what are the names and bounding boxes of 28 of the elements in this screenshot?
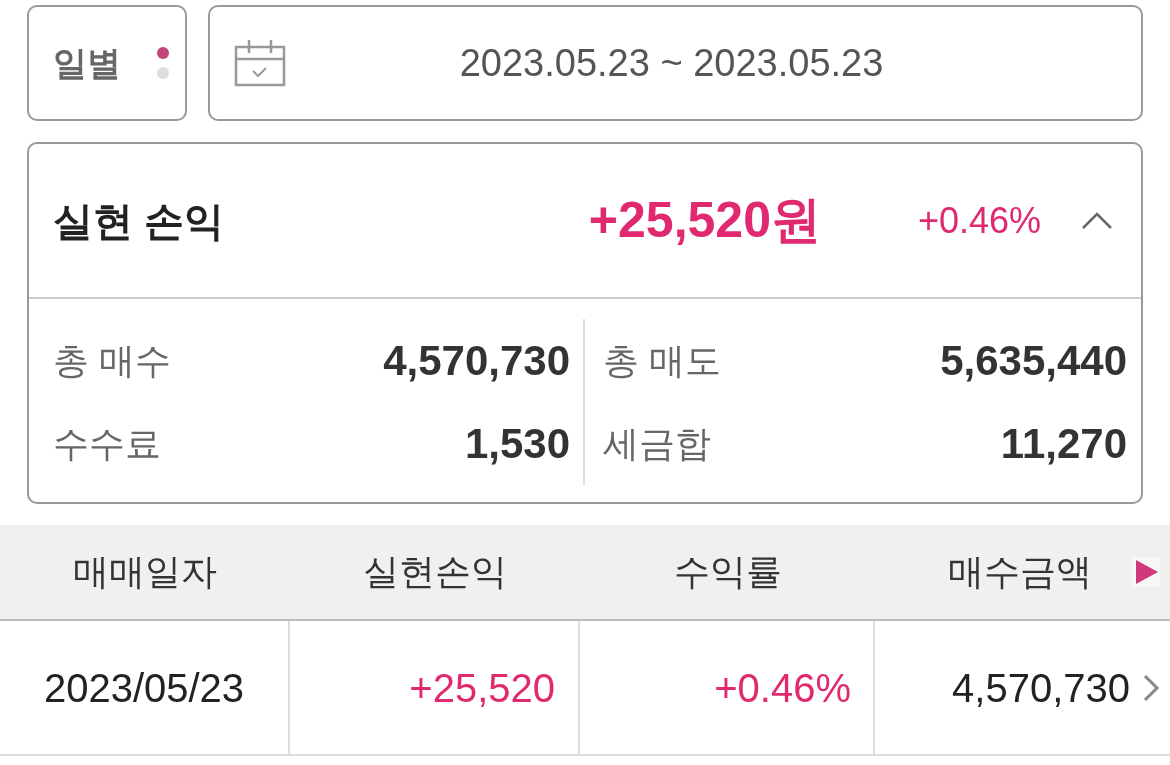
- summary-value: 1,530: [464, 419, 570, 469]
- triangle-right-icon[interactable]: [1132, 557, 1160, 587]
- column-header: 매매일자: [73, 550, 217, 594]
- summary-label: 수수료: [53, 421, 161, 466]
- column-header: 매수금액: [948, 550, 1092, 594]
- calendar-icon: [234, 39, 286, 87]
- table-cell-text: +0.46%: [714, 664, 851, 712]
- column-header: 수익률: [673, 550, 782, 594]
- profit-rate: +0.46%: [916, 198, 1042, 243]
- summary-label: 총 매도: [603, 338, 721, 383]
- summary-label: 세금합: [603, 421, 711, 466]
- table-cell-text: +25,520: [409, 664, 555, 712]
- summary-value: 4,570,730: [383, 336, 570, 386]
- column-header: 실현손익: [363, 550, 507, 594]
- summary-value: 11,270: [1000, 419, 1127, 469]
- date-range-field[interactable]: 2023.05.23 ~ 2023.05.23: [208, 5, 1143, 121]
- table-cell-text: 2023/05/23: [43, 664, 245, 712]
- summary-label: 총 매수: [53, 338, 171, 383]
- profit-amount: +25,520원: [587, 191, 821, 250]
- period-selector[interactable]: 일별: [27, 5, 187, 121]
- table-cell-text: 4,570,730: [952, 664, 1130, 712]
- chevron-right-icon[interactable]: [1142, 672, 1160, 703]
- summary-title: 실현 손익: [53, 197, 226, 245]
- table-row[interactable]: 2023/05/23 +25,520 +0.46% 4,570,730: [0, 621, 1170, 756]
- date-range-text: 2023.05.23 ~ 2023.05.23: [458, 40, 885, 86]
- summary-value: 5,635,440: [940, 336, 1127, 386]
- chevron-up-icon[interactable]: [1081, 211, 1113, 230]
- period-label: 일별: [53, 42, 121, 84]
